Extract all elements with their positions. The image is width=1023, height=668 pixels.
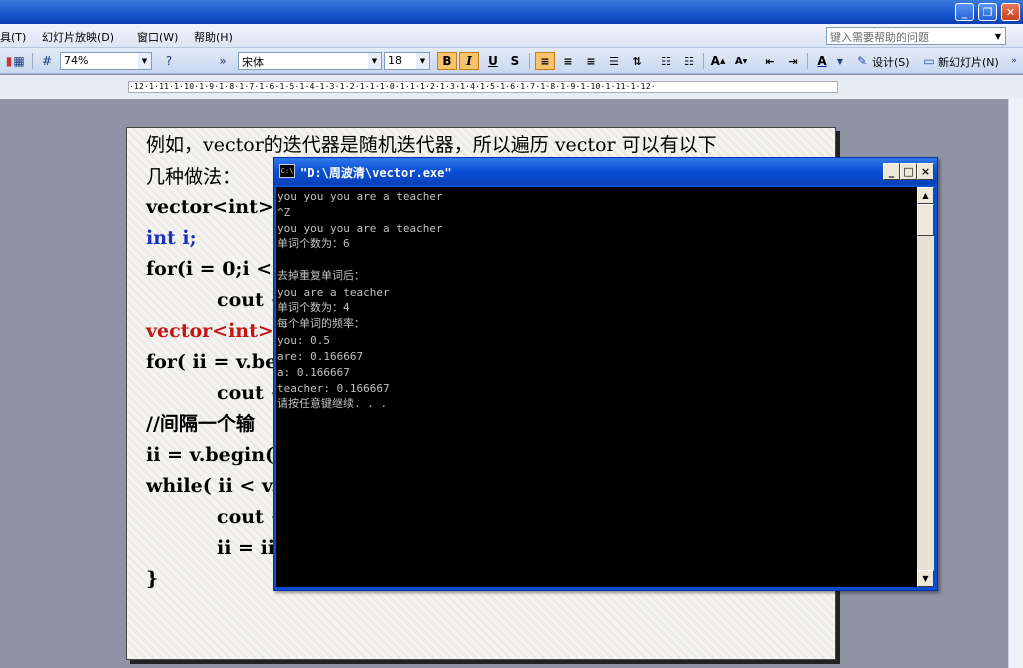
console-line: you you you are a teacher bbox=[277, 190, 443, 203]
slide-code-line[interactable]: ii = v.begin() bbox=[146, 444, 283, 466]
console-line: you you you are a teacher bbox=[277, 222, 443, 235]
bullet-list-icon[interactable]: ☷ bbox=[679, 52, 699, 70]
decrease-indent-icon[interactable]: ⇤ bbox=[760, 52, 780, 70]
console-close-button[interactable]: × bbox=[917, 163, 934, 180]
decrease-font-size-icon[interactable]: A ▼ bbox=[731, 52, 751, 70]
console-line: 每个单词的频率： bbox=[277, 317, 365, 330]
slide-code-line[interactable]: ii = ii bbox=[217, 537, 275, 559]
chevron-down-icon[interactable]: ▼ bbox=[831, 52, 849, 70]
menubar: 具(T) 幻灯片放映(D) 窗口(W) 帮助(H) 键入需要帮助的问题 ▼ bbox=[0, 24, 1023, 48]
separator bbox=[703, 53, 704, 69]
scroll-down-icon[interactable]: ▼ bbox=[917, 570, 934, 587]
align-right-button[interactable]: ≡ bbox=[581, 52, 601, 70]
help-search-placeholder: 键入需要帮助的问题 bbox=[830, 31, 929, 44]
menu-window[interactable]: 窗口(W) bbox=[137, 29, 178, 45]
font-color-icon[interactable]: A bbox=[812, 52, 832, 70]
align-center-button[interactable]: ≡ bbox=[558, 52, 578, 70]
chevron-down-icon[interactable]: ▼ bbox=[416, 53, 429, 69]
console-line: 去掉重复单词后： bbox=[277, 269, 365, 282]
slide-code-line[interactable]: //间隔一个输 bbox=[146, 413, 255, 435]
bold-button[interactable]: B bbox=[437, 52, 457, 70]
horizontal-ruler[interactable]: ·12·1·11·1·10·1·9·1·8·1·7·1·6·1·5·1·4·1·… bbox=[128, 81, 838, 93]
scroll-thumb[interactable] bbox=[917, 204, 934, 236]
design-button[interactable]: 设计(S) bbox=[872, 54, 910, 70]
chevron-down-icon[interactable]: ▼ bbox=[991, 28, 1005, 44]
font-select[interactable]: 宋体 ▼ bbox=[238, 52, 382, 70]
console-line: a: 0.166667 bbox=[277, 366, 350, 379]
slide-code-line[interactable]: for( ii = v.be bbox=[146, 351, 277, 373]
console-line: 单词个数为：4 bbox=[277, 301, 350, 314]
console-line: are: 0.166667 bbox=[277, 350, 364, 363]
font-size-value: 18 bbox=[388, 54, 402, 67]
slide-code-line[interactable]: } bbox=[146, 568, 158, 590]
zoom-select[interactable]: 74% ▼ bbox=[60, 52, 152, 70]
slide-code-line[interactable]: for(i = 0;i < v bbox=[146, 258, 290, 280]
slide-code-line[interactable]: vector<int>: bbox=[146, 320, 281, 342]
slide-text-line[interactable]: 例如，vector的迭代器是随机迭代器，所以遍历 vector 可以有以下 bbox=[146, 134, 717, 156]
grid-icon[interactable]: # bbox=[38, 52, 56, 70]
increase-indent-icon[interactable]: ⇥ bbox=[783, 52, 803, 70]
italic-button[interactable]: I bbox=[459, 52, 479, 70]
console-title-bar[interactable]: C:\ "D:\周波清\vector.exe" _ □ × bbox=[274, 158, 937, 185]
ruler-bar: ·12·1·11·1·10·1·9·1·8·1·7·1·6·1·5·1·4·1·… bbox=[0, 75, 1023, 99]
console-line: teacher: 0.166667 bbox=[277, 382, 390, 395]
separator bbox=[807, 53, 808, 69]
table-icon[interactable]: ▦ bbox=[10, 52, 28, 70]
increase-font-size-icon[interactable]: A ▲ bbox=[708, 52, 728, 70]
vertical-scrollbar[interactable] bbox=[1008, 99, 1023, 668]
font-value: 宋体 bbox=[242, 56, 264, 69]
font-size-select[interactable]: 18 ▼ bbox=[384, 52, 430, 70]
menu-tools[interactable]: 具(T) bbox=[0, 29, 26, 45]
console-window[interactable]: C:\ "D:\周波清\vector.exe" _ □ × you you yo… bbox=[273, 157, 938, 591]
close-button[interactable]: ✕ bbox=[1001, 3, 1020, 21]
console-output[interactable]: you you you are a teacher ^Z you you you… bbox=[276, 187, 917, 587]
minimize-button[interactable]: _ bbox=[955, 3, 974, 21]
chevron-down-icon[interactable]: ▼ bbox=[368, 53, 381, 69]
formatting-toolbar: ▮ ▦ # 74% ▼ ? » 宋体 ▼ 18 ▼ B I U S ≡ ≡ ≡ … bbox=[0, 48, 1023, 74]
separator bbox=[32, 53, 33, 69]
console-maximize-button[interactable]: □ bbox=[900, 163, 917, 180]
console-line: 单词个数为：6 bbox=[277, 237, 350, 250]
chevron-down-icon[interactable]: ▼ bbox=[138, 53, 151, 69]
console-title: "D:\周波清\vector.exe" bbox=[300, 166, 452, 180]
design-icon[interactable]: ✎ bbox=[853, 52, 871, 70]
underline-button[interactable]: U bbox=[483, 52, 503, 70]
console-line: ^Z bbox=[277, 206, 291, 219]
scroll-up-icon[interactable]: ▲ bbox=[917, 187, 934, 204]
align-left-button[interactable]: ≡ bbox=[535, 52, 555, 70]
toolbar-overflow-icon[interactable]: » bbox=[1005, 52, 1023, 70]
app-title-bar: _ ❐ ✕ bbox=[0, 0, 1023, 24]
new-slide-button[interactable]: 新幻灯片(N) bbox=[938, 54, 999, 70]
menu-slideshow[interactable]: 幻灯片放映(D) bbox=[42, 29, 114, 45]
slide-text-line[interactable]: 几种做法： bbox=[146, 166, 241, 188]
slide-code-line[interactable]: while( ii < v. bbox=[146, 475, 278, 497]
slide-code-line[interactable]: vector<int> bbox=[146, 196, 274, 218]
new-slide-icon[interactable]: ▭ bbox=[920, 52, 938, 70]
slide-code-line[interactable]: int i; bbox=[146, 227, 197, 249]
console-line: you are a teacher bbox=[277, 286, 390, 299]
justify-button[interactable]: ☰ bbox=[604, 52, 624, 70]
console-line: 请按任意键继续. . . bbox=[277, 397, 388, 410]
help-search-input[interactable]: 键入需要帮助的问题 ▼ bbox=[826, 27, 1006, 45]
console-icon[interactable]: C:\ bbox=[279, 164, 295, 178]
console-line: you: 0.5 bbox=[277, 334, 330, 347]
menu-help[interactable]: 帮助(H) bbox=[194, 29, 233, 45]
console-minimize-button[interactable]: _ bbox=[883, 163, 900, 180]
zoom-value: 74% bbox=[64, 54, 89, 67]
restore-button[interactable]: ❐ bbox=[978, 3, 997, 21]
separator bbox=[529, 53, 530, 69]
shadow-button[interactable]: S bbox=[505, 52, 525, 70]
console-scrollbar[interactable]: ▲ ▼ bbox=[917, 187, 934, 587]
toolbar-options-icon[interactable]: » bbox=[214, 52, 232, 70]
help-icon[interactable]: ? bbox=[160, 52, 178, 70]
numbered-list-icon[interactable]: ☷ bbox=[656, 52, 676, 70]
text-direction-button[interactable]: ⇅ bbox=[627, 52, 647, 70]
